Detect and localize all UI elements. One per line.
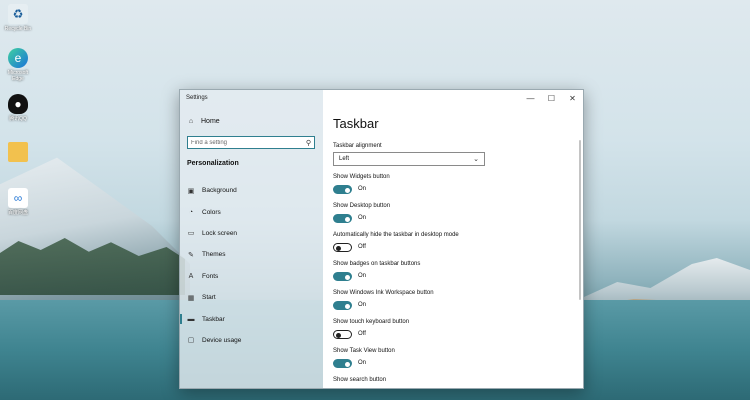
window-controls: — ☐ ✕ [520, 90, 583, 106]
setting-label: Automatically hide the taskbar in deskto… [333, 232, 459, 238]
recycle-bin-icon: ♻ [8, 4, 28, 24]
content-scrollbar[interactable] [579, 140, 581, 300]
font-icon: A [188, 272, 194, 280]
search-button-toggle[interactable] [333, 388, 352, 389]
toggle-state: Off [358, 244, 366, 250]
settings-sidebar: Settings ⌂ Home ⚲ Personalization ▣ Back… [180, 90, 323, 388]
desktop-button-toggle[interactable] [333, 214, 352, 223]
settings-window: Settings ⌂ Home ⚲ Personalization ▣ Back… [179, 89, 584, 389]
sidebar-item-fonts[interactable]: A Fonts [180, 266, 323, 287]
home-icon: ⌂ [188, 117, 194, 125]
setting-badges: Show badges on taskbar buttons On [333, 260, 573, 289]
toggle-state: On [358, 273, 367, 279]
desktop-icon-label: 腾讯QQ [9, 116, 27, 122]
desktop-icon-qq[interactable]: ● 腾讯QQ [2, 94, 34, 122]
toggle-state: On [358, 360, 367, 366]
taskbar-alignment-dropdown[interactable]: Left ⌄ [333, 152, 485, 166]
window-title: Settings [186, 95, 208, 101]
ink-workspace-toggle[interactable] [333, 301, 352, 310]
search-box[interactable]: ⚲ [187, 136, 315, 149]
device-icon: ▢ [187, 337, 195, 345]
sidebar-nav: ▣ Background ◔ Colors ▭ Lock screen ✎ Th… [180, 180, 323, 351]
sidebar-item-colors[interactable]: ◔ Colors [180, 201, 323, 222]
baidu-netdisk-icon: ∞ [8, 188, 28, 208]
taskbar-alignment-label: Taskbar alignment [333, 143, 382, 149]
setting-widgets-button: Show Widgets button On [333, 173, 573, 202]
setting-label: Show Task View button [333, 348, 395, 354]
page-title: Taskbar [333, 116, 379, 131]
folder-icon [8, 142, 28, 162]
sidebar-home-label: Home [201, 117, 220, 125]
desktop-icon-baidu[interactable]: ∞ 百度网盘 [2, 188, 34, 216]
sidebar-item-themes[interactable]: ✎ Themes [180, 244, 323, 265]
toggle-state: Off [358, 331, 366, 337]
sidebar-item-label: Colors [202, 208, 221, 216]
touch-keyboard-toggle[interactable] [333, 330, 352, 339]
sidebar-item-label: Device usage [202, 336, 242, 344]
palette-icon: ◔ [188, 208, 194, 216]
task-view-toggle[interactable] [333, 359, 352, 368]
sidebar-item-lock-screen[interactable]: ▭ Lock screen [180, 223, 323, 244]
setting-label: Show Windows Ink Workspace button [333, 290, 434, 296]
sidebar-item-label: Themes [202, 251, 226, 259]
brush-icon: ✎ [188, 251, 194, 259]
desktop-icon-label: Recycle Bin [4, 26, 32, 32]
setting-search-button: Show search button On [333, 376, 573, 389]
toggle-state: On [358, 215, 367, 221]
setting-auto-hide: Automatically hide the taskbar in deskto… [333, 231, 573, 260]
toggle-state: On [358, 302, 367, 308]
close-button[interactable]: ✕ [562, 90, 583, 106]
sidebar-home[interactable]: ⌂ Home [187, 117, 220, 125]
desktop-icon-folder[interactable] [2, 142, 34, 164]
setting-label: Show badges on taskbar buttons [333, 261, 421, 267]
sidebar-item-label: Taskbar [202, 315, 225, 323]
section-title: Personalization [187, 160, 239, 167]
taskbar-alignment-value: Left [339, 156, 350, 162]
search-icon[interactable]: ⚲ [306, 139, 311, 147]
sidebar-item-start[interactable]: ▦ Start [180, 287, 323, 308]
badges-toggle[interactable] [333, 272, 352, 281]
sidebar-item-label: Lock screen [202, 229, 238, 237]
setting-label: Show touch keyboard button [333, 319, 410, 325]
sidebar-item-background[interactable]: ▣ Background [180, 180, 323, 201]
settings-content: — ☐ ✕ Taskbar Taskbar alignment Left ⌄ S… [323, 90, 583, 388]
desktop-icon-label: 百度网盘 [7, 210, 28, 216]
start-icon: ▦ [187, 294, 195, 302]
toggle-state: On [358, 186, 367, 192]
desktop-icon-recycle-bin[interactable]: ♻ Recycle Bin [2, 4, 34, 32]
maximize-button[interactable]: ☐ [541, 90, 562, 106]
edge-icon: e [8, 48, 28, 68]
search-input[interactable] [191, 139, 296, 146]
sidebar-item-label: Start [202, 294, 216, 302]
sidebar-item-label: Background [202, 187, 237, 195]
qq-icon: ● [8, 94, 28, 114]
auto-hide-toggle[interactable] [333, 243, 352, 252]
picture-icon: ▣ [187, 187, 195, 195]
sidebar-item-taskbar[interactable]: ▬ Taskbar [180, 308, 323, 329]
sidebar-item-device-usage[interactable]: ▢ Device usage [180, 330, 323, 351]
setting-label: Show Desktop button [333, 203, 391, 209]
setting-desktop-button: Show Desktop button On [333, 202, 573, 231]
monitor-icon: ▭ [187, 230, 195, 238]
desktop-icon-edge[interactable]: e Microsoft Edge [2, 48, 34, 82]
taskbar-icon: ▬ [187, 315, 195, 323]
setting-touch-keyboard: Show touch keyboard button Off [333, 318, 573, 347]
setting-label: Show Widgets button [333, 174, 390, 180]
settings-list: Show Widgets button On Show Desktop butt… [333, 173, 573, 389]
sidebar-item-label: Fonts [202, 272, 219, 280]
setting-task-view: Show Task View button On [333, 347, 573, 376]
setting-label: Show search button [333, 377, 387, 383]
setting-ink-workspace: Show Windows Ink Workspace button On [333, 289, 573, 318]
widgets-toggle[interactable] [333, 185, 352, 194]
minimize-button[interactable]: — [520, 90, 541, 106]
chevron-down-icon: ⌄ [473, 156, 479, 163]
desktop-icon-label: Microsoft Edge [7, 70, 29, 82]
